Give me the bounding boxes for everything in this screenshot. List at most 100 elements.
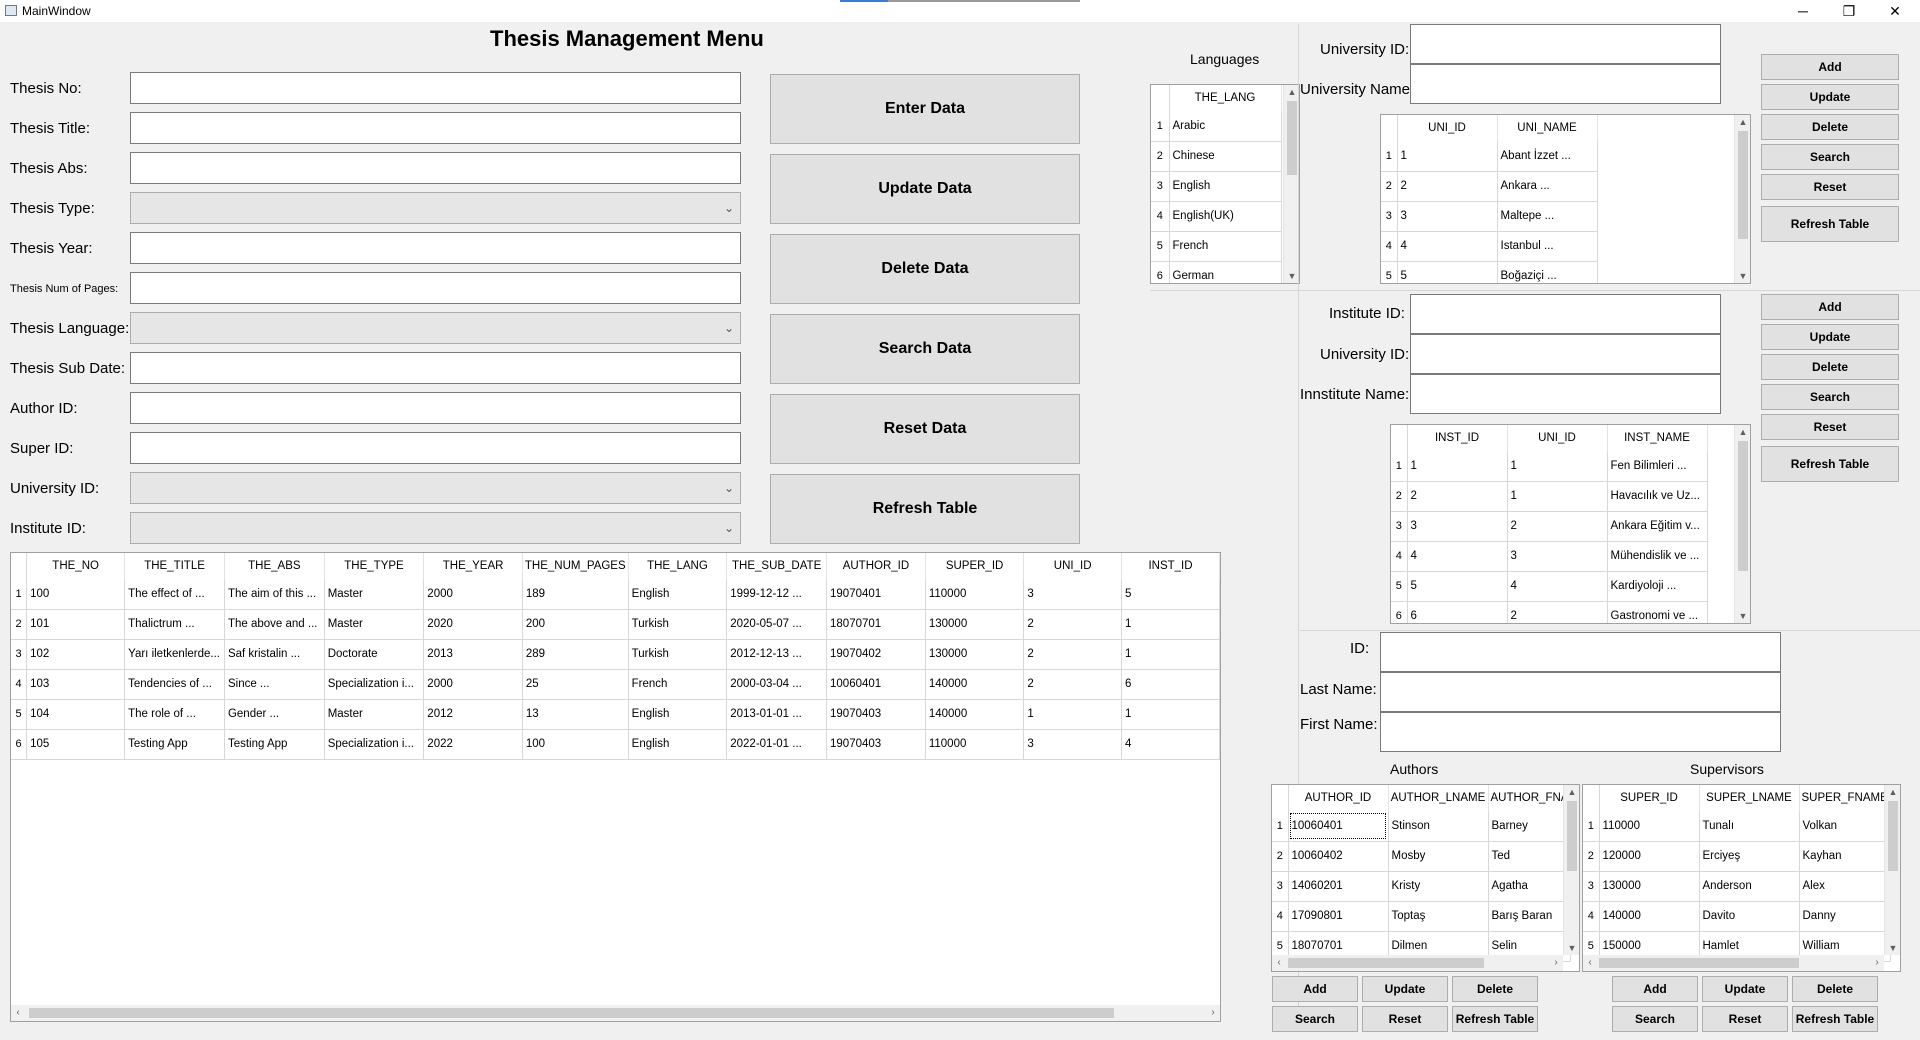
table-cell[interactable]: 5	[1397, 261, 1498, 283]
row-number[interactable]: 4	[1583, 901, 1600, 932]
table-cell[interactable]: 6	[1121, 669, 1220, 700]
institute-table-row[interactable]: 1 1 1 Fen Bilimleri ...	[1391, 451, 1708, 482]
table-cell[interactable]: 100	[26, 579, 126, 610]
table-cell[interactable]: 19070402	[826, 639, 926, 670]
table-cell[interactable]: 1	[1023, 699, 1122, 730]
table-cell[interactable]: English	[628, 699, 728, 730]
table-cell[interactable]: 2020	[423, 609, 523, 640]
authors-vscroll[interactable]: ▲ ▼	[1563, 785, 1579, 955]
authors-reset-button[interactable]: Reset	[1362, 1006, 1448, 1032]
languages-vscroll[interactable]: ▲ ▼	[1283, 85, 1299, 283]
authors-table-row[interactable]: 2 10060402 Mosby Ted	[1272, 841, 1572, 872]
row-number[interactable]: 2	[1151, 141, 1170, 172]
supervisors-update-button[interactable]: Update	[1702, 976, 1788, 1002]
row-number[interactable]: 3	[1272, 871, 1289, 902]
table-cell[interactable]: Chinese	[1169, 141, 1282, 172]
institute-table-row[interactable]: 2 2 1 Havacılık ve Uz...	[1391, 481, 1708, 512]
table-cell[interactable]: 4	[1507, 571, 1608, 602]
table-cell[interactable]: 17090801	[1288, 901, 1389, 932]
table-cell[interactable]: Stinson	[1388, 811, 1489, 842]
table-cell[interactable]: 120000	[1599, 841, 1700, 872]
table-cell[interactable]: 2	[1507, 511, 1608, 542]
table-cell[interactable]: 5	[1407, 571, 1508, 602]
scroll-thumb[interactable]	[1288, 958, 1484, 968]
table-cell[interactable]: Testing App	[124, 729, 225, 760]
table-cell[interactable]: The above and ...	[224, 609, 325, 640]
row-number[interactable]: 6	[11, 729, 28, 760]
row-number[interactable]: 5	[1381, 261, 1398, 283]
university-refresh-button[interactable]: Refresh Table	[1761, 206, 1899, 242]
thesis-table-row[interactable]: 6 105 Testing App Testing App Specialization…	[11, 729, 1220, 760]
table-cell[interactable]: 10060402	[1288, 841, 1389, 872]
row-number[interactable]: 1	[1381, 141, 1398, 172]
table-cell[interactable]: 2000	[423, 579, 523, 610]
table-cell[interactable]: 2	[1023, 639, 1122, 670]
table-cell[interactable]: 3	[1023, 729, 1122, 760]
column-header[interactable]: THE_SUB_DATE	[726, 553, 828, 579]
supervisors-search-button[interactable]: Search	[1612, 1006, 1698, 1032]
university-reset-button[interactable]: Reset	[1761, 174, 1899, 200]
table-cell[interactable]: 19070403	[826, 729, 926, 760]
table-cell[interactable]: 25	[522, 669, 629, 700]
scroll-up-icon[interactable]: ▲	[1885, 787, 1900, 797]
thesis-table-row[interactable]: 2 101 Thalictrum ... The above and ... Maste…	[11, 609, 1220, 640]
table-cell[interactable]: 18070701	[826, 609, 926, 640]
row-number[interactable]: 3	[11, 639, 28, 670]
table-cell[interactable]: 1	[1507, 451, 1608, 482]
reset-data-button[interactable]: Reset Data	[770, 394, 1080, 464]
table-cell[interactable]: Gender ...	[224, 699, 325, 730]
table-cell[interactable]: French	[628, 669, 728, 700]
scroll-right-icon[interactable]: ›	[1549, 955, 1563, 971]
table-cell[interactable]: 289	[522, 639, 629, 670]
thesis-sub-date-input[interactable]	[130, 352, 741, 384]
column-header[interactable]: THE_LANG	[628, 553, 728, 579]
institute-table-row[interactable]: 3 3 2 Ankara Eğitim v...	[1391, 511, 1708, 542]
table-cell[interactable]: 2	[1397, 171, 1498, 202]
scroll-left-icon[interactable]: ‹	[1272, 955, 1286, 971]
table-cell[interactable]: Saf kristalin ...	[224, 639, 325, 670]
table-cell[interactable]: 110000	[925, 579, 1025, 610]
languages-table-row[interactable]: 4 English(UK)	[1151, 201, 1282, 232]
row-number[interactable]: 5	[1151, 231, 1170, 262]
table-cell[interactable]: 2012-12-13 ...	[726, 639, 828, 670]
row-number[interactable]: 6	[1151, 261, 1170, 283]
university-add-button[interactable]: Add	[1761, 54, 1899, 80]
row-number[interactable]: 4	[1151, 201, 1170, 232]
enter-data-button[interactable]: Enter Data	[770, 74, 1080, 144]
row-number[interactable]: 5	[1391, 571, 1408, 602]
table-cell[interactable]: 4	[1397, 231, 1498, 262]
table-cell[interactable]: 19070403	[826, 699, 926, 730]
table-cell[interactable]: 2022	[423, 729, 523, 760]
institute-table-row[interactable]: 6 6 2 Gastronomi ve ...	[1391, 601, 1708, 623]
table-cell[interactable]: Fen Bilimleri ...	[1607, 451, 1708, 482]
table-cell[interactable]: Volkan	[1799, 811, 1891, 842]
row-number[interactable]: 3	[1583, 871, 1600, 902]
table-cell[interactable]: Since ...	[224, 669, 325, 700]
scroll-thumb[interactable]	[1287, 101, 1297, 175]
column-header[interactable]: THE_TYPE	[324, 553, 425, 579]
institute-refresh-button[interactable]: Refresh Table	[1761, 446, 1899, 482]
table-cell[interactable]: Kardiyoloji ...	[1607, 571, 1708, 602]
university-id-select[interactable]: ⌄	[130, 472, 741, 504]
table-cell[interactable]: 130000	[1599, 871, 1700, 902]
table-cell[interactable]: Kayhan	[1799, 841, 1891, 872]
row-number[interactable]: 2	[1391, 481, 1408, 512]
table-cell[interactable]: Specialization i...	[324, 729, 425, 760]
table-cell[interactable]: Toptaş	[1388, 901, 1489, 932]
supervisors-vscroll[interactable]: ▲ ▼	[1884, 785, 1900, 955]
row-number[interactable]: 1	[11, 579, 28, 610]
table-cell[interactable]: 10060401	[826, 669, 926, 700]
table-cell[interactable]: 14060201	[1288, 871, 1389, 902]
table-cell[interactable]: 3	[1507, 541, 1608, 572]
close-icon[interactable]: ✕	[1872, 0, 1918, 22]
university-id-input[interactable]	[1410, 24, 1721, 64]
authors-update-button[interactable]: Update	[1362, 976, 1448, 1002]
table-cell[interactable]: Erciyeş	[1699, 841, 1800, 872]
table-cell[interactable]: 2012	[423, 699, 523, 730]
table-cell[interactable]: Alex	[1799, 871, 1891, 902]
table-cell[interactable]: 104	[26, 699, 126, 730]
table-cell[interactable]: Testing App	[224, 729, 325, 760]
table-cell[interactable]: Maltepe ...	[1497, 201, 1598, 232]
authors-hscroll[interactable]: ‹ ›	[1272, 955, 1563, 971]
table-cell[interactable]: Turkish	[628, 639, 728, 670]
